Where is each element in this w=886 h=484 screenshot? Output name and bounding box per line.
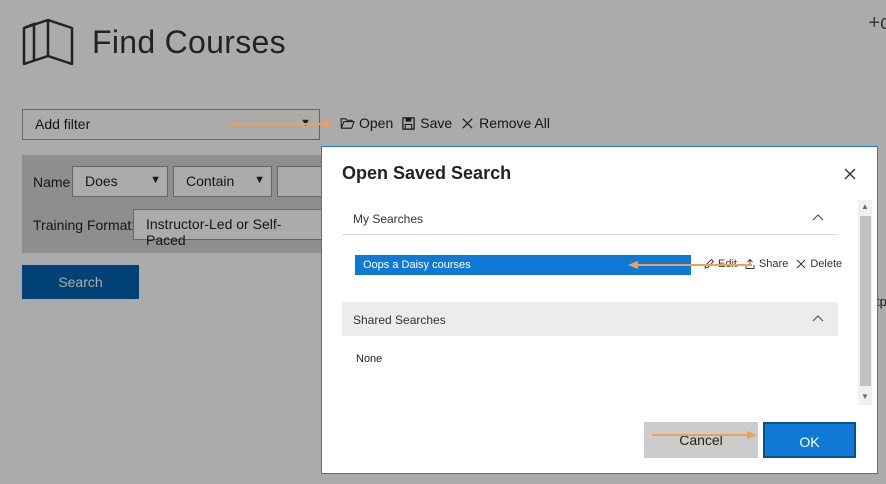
annotation-arrow-saved-search <box>628 261 752 269</box>
annotation-arrows <box>230 120 757 439</box>
annotation-arrow-open <box>230 120 333 128</box>
annotation-arrow-ok <box>652 431 757 439</box>
